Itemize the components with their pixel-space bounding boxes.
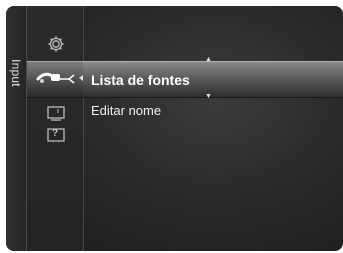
gear-icon[interactable] [46,34,66,54]
help-icon[interactable]: ? [46,126,66,144]
input-cable-icon[interactable] [34,65,78,91]
tv-menu-screen: Input ▲ ▼ ? Lista de fontes Editar nome [0,0,343,253]
menu-panel: Input ▲ ▼ ? Lista de fontes Editar nome [6,6,343,251]
tv-icon[interactable] [46,104,66,122]
scroll-up-icon[interactable]: ▲ [205,56,212,63]
selection-arrow-icon [79,75,83,81]
input-category-tab[interactable]: Input [6,6,27,251]
scroll-down-icon[interactable]: ▼ [205,93,212,100]
menu-item-edit-name[interactable]: Editar nome [91,103,161,118]
help-icon-glyph: ? [52,128,59,139]
category-label: Input [9,59,23,87]
menu-item-source-list[interactable]: Lista de fontes [91,72,190,88]
